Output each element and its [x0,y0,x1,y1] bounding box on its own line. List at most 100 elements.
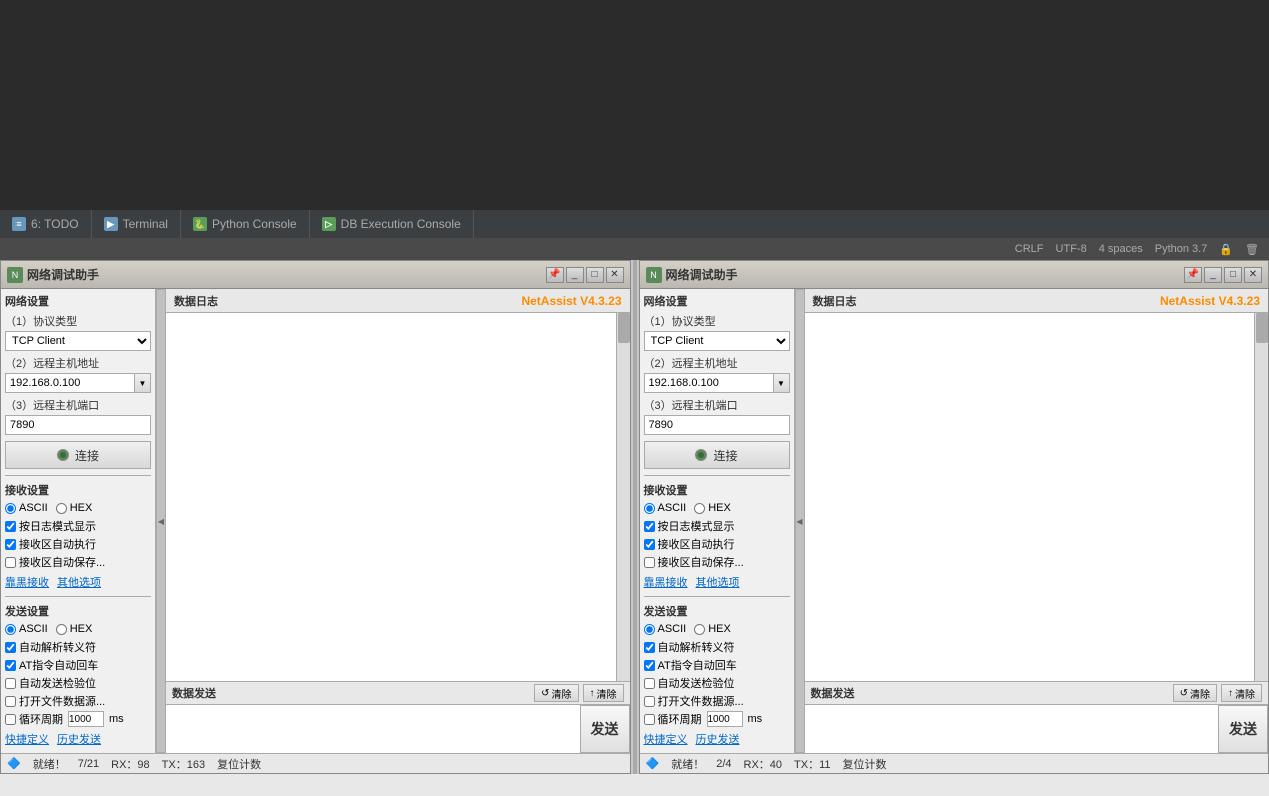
recv-cb3-input-right[interactable] [644,557,655,568]
log-scrollbar-left[interactable] [616,313,630,681]
send-link2-right[interactable]: 历史发送 [696,731,740,747]
send-input-right[interactable] [805,705,1219,753]
send-cycle-input-left[interactable] [68,711,104,727]
window-divider[interactable] [633,260,637,774]
send-ascii-option-left[interactable]: ASCII [5,623,48,635]
protocol-select-left[interactable]: TCP Client TCP Server UDP [5,331,151,351]
status-checksum-right: 复位计数 [843,756,887,772]
send-hex-option-right[interactable]: HEX [694,623,731,635]
send-link1-left[interactable]: 快捷定义 [5,731,49,747]
close-button-right[interactable]: ✕ [1244,267,1262,283]
receive-hex-option-right[interactable]: HEX [694,502,731,514]
send-input-left[interactable] [166,705,580,753]
host-input-left[interactable] [5,373,135,393]
receive-hex-radio-left[interactable] [56,503,67,514]
clear-btn2-right[interactable]: ↑ 清除 [1221,684,1262,702]
collapse-handle-left[interactable]: ◀ [156,289,166,753]
send-hex-radio-left[interactable] [56,624,67,635]
recv-cb2-right[interactable]: 接收区自动执行 [644,536,790,552]
send-cb1-input-right[interactable] [644,642,655,653]
recv-cb2-left[interactable]: 接收区自动执行 [5,536,151,552]
recv-cb1-input-right[interactable] [644,521,655,532]
send-cb5-left[interactable]: 循环周期 ms [5,711,151,727]
send-cb4-input-right[interactable] [644,696,655,707]
send-cycle-input-right[interactable] [707,711,743,727]
recv-link2-right[interactable]: 其他选项 [696,574,740,590]
connect-button-left[interactable]: 连接 [5,441,151,469]
send-cb2-input-left[interactable] [5,660,16,671]
send-link1-right[interactable]: 快捷定义 [644,731,688,747]
recv-cb2-input-left[interactable] [5,539,16,550]
host-input-right[interactable] [644,373,774,393]
send-cb2-input-right[interactable] [644,660,655,671]
close-button-left[interactable]: ✕ [606,267,624,283]
send-cb3-input-left[interactable] [5,678,16,689]
maximize-button-left[interactable]: □ [586,267,604,283]
send-hex-radio-right[interactable] [694,624,705,635]
send-cb1-input-left[interactable] [5,642,16,653]
brand-right: NetAssist V4.3.23 [1160,294,1260,308]
send-cb5-input-right[interactable] [644,714,655,725]
send-cb2-right[interactable]: AT指令自动回车 [644,657,790,673]
recv-cb1-left[interactable]: 按日志模式显示 [5,518,151,534]
log-scrollbar-right[interactable] [1254,313,1268,681]
recv-link1-right[interactable]: 靠黑接收 [644,574,688,590]
receive-hex-option-left[interactable]: HEX [56,502,93,514]
receive-ascii-radio-right[interactable] [644,503,655,514]
send-cb4-right[interactable]: 打开文件数据源... [644,693,790,709]
send-cb2-left[interactable]: AT指令自动回车 [5,657,151,673]
clear-btn2-left[interactable]: ↑ 清除 [583,684,624,702]
send-ascii-radio-left[interactable] [5,624,16,635]
send-cb4-left[interactable]: 打开文件数据源... [5,693,151,709]
send-button-right[interactable]: 发送 [1218,705,1268,753]
minimize-button-right[interactable]: _ [1204,267,1222,283]
send-cb1-right[interactable]: 自动解析转义符 [644,639,790,655]
send-link2-left[interactable]: 历史发送 [57,731,101,747]
maximize-button-right[interactable]: □ [1224,267,1242,283]
connect-button-right[interactable]: 连接 [644,441,790,469]
recv-cb2-input-right[interactable] [644,539,655,550]
send-button-left[interactable]: 发送 [580,705,630,753]
host-arrow-right[interactable]: ▼ [774,373,790,393]
recv-cb3-right[interactable]: 接收区自动保存... [644,554,790,570]
clear-icon2-right: ↑ [1228,688,1233,699]
recv-cb3-left[interactable]: 接收区自动保存... [5,554,151,570]
tab-todo[interactable]: ≡ 6: TODO [0,210,92,238]
recv-cb1-right[interactable]: 按日志模式显示 [644,518,790,534]
host-arrow-left[interactable]: ▼ [135,373,151,393]
tab-terminal[interactable]: ▶ Terminal [92,210,181,238]
send-cb5-input-left[interactable] [5,714,16,725]
send-cb4-input-left[interactable] [5,696,16,707]
clear-btn1-right[interactable]: ↺ 清除 [1173,684,1217,702]
send-cb3-left[interactable]: 自动发送检验位 [5,675,151,691]
recv-cb3-input-left[interactable] [5,557,16,568]
receive-ascii-option-left[interactable]: ASCII [5,502,48,514]
port-input-right[interactable] [644,415,790,435]
port-input-left[interactable] [5,415,151,435]
receive-hex-label-right: HEX [708,502,731,514]
tab-python[interactable]: 🐍 Python Console [181,210,310,238]
clear-btn1-left[interactable]: ↺ 清除 [534,684,578,702]
recv-link2-left[interactable]: 其他选项 [57,574,101,590]
send-ascii-radio-right[interactable] [644,624,655,635]
send-cb1-left[interactable]: 自动解析转义符 [5,639,151,655]
receive-ascii-radio-left[interactable] [5,503,16,514]
recv-cb1-input-left[interactable] [5,521,16,532]
minimize-button-left[interactable]: _ [566,267,584,283]
pin-button-left[interactable]: 📌 [546,267,564,283]
protocol-select-right[interactable]: TCP Client TCP Server UDP [644,331,790,351]
receive-hex-radio-right[interactable] [694,503,705,514]
trash-icon[interactable]: 🗑 [1245,243,1259,256]
recv-link1-left[interactable]: 靠黑接收 [5,574,49,590]
send-hex-option-left[interactable]: HEX [56,623,93,635]
receive-ascii-option-right[interactable]: ASCII [644,502,687,514]
send-cb3-input-right[interactable] [644,678,655,689]
collapse-handle-right[interactable]: ◀ [795,289,805,753]
send-ascii-option-right[interactable]: ASCII [644,623,687,635]
send-cb3-right[interactable]: 自动发送检验位 [644,675,790,691]
send-radio-group-left: ASCII HEX [5,623,151,635]
pin-button-right[interactable]: 📌 [1184,267,1202,283]
send-cb5-right[interactable]: 循环周期 ms [644,711,790,727]
tab-db[interactable]: ▷ DB Execution Console [310,210,474,238]
status-rx-right: RX：40 [744,756,783,772]
